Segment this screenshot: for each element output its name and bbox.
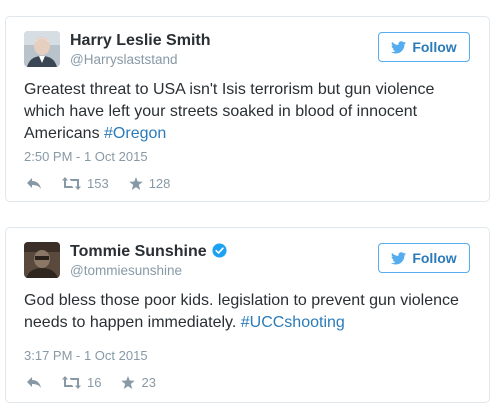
avatar[interactable] xyxy=(24,242,60,278)
follow-button[interactable]: Follow xyxy=(378,32,470,62)
twitter-bird-icon xyxy=(391,251,407,265)
timestamp[interactable]: 2:50 PM - 1 Oct 2015 xyxy=(24,149,148,164)
like-count: 128 xyxy=(148,176,171,191)
tweet-text: Greatest threat to USA isn't Isis terror… xyxy=(24,79,479,145)
hashtag-link[interactable]: #UCCshooting xyxy=(241,314,345,331)
username[interactable]: @Harryslaststand xyxy=(70,52,178,67)
twitter-bird-icon xyxy=(391,40,407,54)
tweet-actions: 16 23 xyxy=(26,375,176,390)
retweet-count: 153 xyxy=(87,176,109,191)
follow-button[interactable]: Follow xyxy=(378,243,470,273)
like-button[interactable]: 128 xyxy=(128,176,171,191)
retweet-button[interactable]: 153 xyxy=(62,176,109,191)
hashtag-link[interactable]: #Oregon xyxy=(104,125,166,142)
like-button[interactable]: 23 xyxy=(121,375,156,390)
tweet-text: God bless those poor kids. legislation t… xyxy=(24,290,479,334)
reply-icon xyxy=(26,177,42,190)
retweet-icon xyxy=(62,376,81,389)
username[interactable]: @tommiesunshine xyxy=(70,263,182,278)
retweet-button[interactable]: 16 xyxy=(62,375,101,390)
like-count: 23 xyxy=(141,375,156,390)
tweet-actions: 153 128 xyxy=(26,176,190,191)
reply-icon xyxy=(26,376,42,389)
tweet-card: Tommie Sunshine @tommiesunshine Follow G… xyxy=(5,227,490,403)
star-icon xyxy=(121,376,136,389)
reply-button[interactable] xyxy=(26,376,42,389)
follow-label: Follow xyxy=(412,250,457,266)
retweet-count: 16 xyxy=(87,375,102,390)
avatar[interactable] xyxy=(24,31,60,67)
display-name: Tommie Sunshine xyxy=(70,243,227,263)
star-icon xyxy=(128,177,143,190)
display-name-text[interactable]: Tommie Sunshine xyxy=(70,243,207,260)
verified-badge-icon xyxy=(212,243,227,263)
tweet-text-body: Greatest threat to USA isn't Isis terror… xyxy=(24,81,435,142)
tweet-card: Harry Leslie Smith @Harryslaststand Foll… xyxy=(5,16,490,202)
reply-button[interactable] xyxy=(26,177,42,190)
timestamp[interactable]: 3:17 PM - 1 Oct 2015 xyxy=(24,348,148,363)
display-name[interactable]: Harry Leslie Smith xyxy=(70,32,211,50)
retweet-icon xyxy=(62,177,81,190)
follow-label: Follow xyxy=(412,39,457,55)
